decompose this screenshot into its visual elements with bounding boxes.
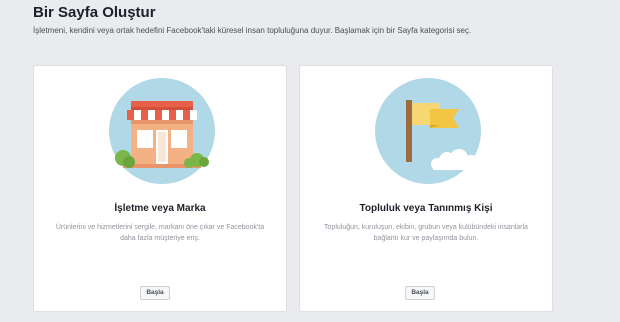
card-description: Topluluğun, kuruluşun, ekibin, grubun ve… — [324, 224, 528, 242]
community-public-figure-card[interactable]: Topluluk veya Tanınmış Kişi Topluluğun, … — [299, 65, 553, 312]
business-brand-card[interactable]: İşletme veya Marka Ürünlerini ve hizmetl… — [33, 65, 287, 312]
page-title: Bir Sayfa Oluştur — [33, 4, 156, 21]
card-title: İşletme veya Marka — [114, 203, 206, 214]
card-description: Ürünlerini ve hizmetlerini sergile, mark… — [55, 224, 265, 242]
storefront-icon — [109, 78, 215, 184]
card-title: Topluluk veya Tanınmış Kişi — [359, 203, 493, 214]
start-button[interactable]: Başla — [140, 286, 170, 300]
page-subtitle: İşletmeni, kendini veya ortak hedefini F… — [33, 26, 472, 35]
start-button[interactable]: Başla — [405, 286, 435, 300]
flag-icon — [375, 78, 481, 184]
